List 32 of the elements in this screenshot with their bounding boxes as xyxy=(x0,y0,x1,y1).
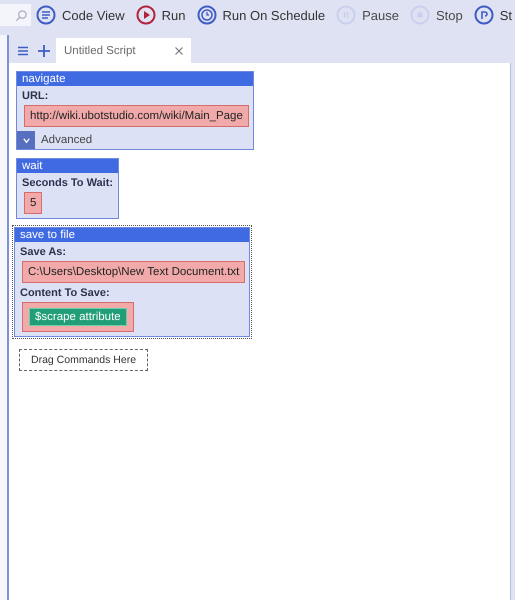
toolbar-button[interactable]: Code View xyxy=(31,2,130,28)
menu-icon[interactable] xyxy=(18,46,28,56)
plus-icon[interactable] xyxy=(38,44,50,56)
close-icon[interactable] xyxy=(175,46,183,54)
toolbar-button[interactable]: Run xyxy=(130,2,190,28)
command-title: save to file xyxy=(15,228,250,242)
play-icon xyxy=(136,5,156,25)
toolbar-button[interactable]: St xyxy=(468,2,515,28)
input-field[interactable]: C:\Users\Desktop\New Text Document.txt xyxy=(22,261,246,283)
clock-icon xyxy=(196,5,216,25)
field-label: URL: xyxy=(22,90,50,102)
search-field[interactable] xyxy=(0,4,31,26)
tab-label: Untitled Script xyxy=(64,44,136,56)
search-icon xyxy=(15,8,28,22)
command-title: wait xyxy=(17,159,118,173)
field-label: Save As: xyxy=(20,246,68,258)
command-block[interactable]: save to file Save As: C:\Users\Desktop\New Text Document.txt Content To Save: $scrape attribute xyxy=(14,227,250,337)
tab[interactable]: Untitled Script xyxy=(56,38,191,63)
drop-zone[interactable]: Drag Commands Here xyxy=(19,349,148,371)
expand-toggle[interactable] xyxy=(17,131,35,149)
command-block[interactable]: wait Seconds To Wait: 5 xyxy=(16,158,120,219)
toolbar-button[interactable]: Run On Schedule xyxy=(192,2,330,28)
input-field[interactable]: 5 xyxy=(24,192,42,214)
command-block[interactable]: navigate URL: http://wiki.ubotstudio.com/wiki/Main_Page Advanced xyxy=(16,71,254,150)
command-title: navigate xyxy=(17,72,253,86)
advanced-label: Advanced xyxy=(41,134,92,146)
field-label: Content To Save: xyxy=(20,287,111,299)
input-field[interactable]: http://wiki.ubotstudio.com/wiki/Main_Page xyxy=(24,105,249,127)
field-label: Seconds To Wait: xyxy=(22,177,114,189)
step-icon xyxy=(474,5,494,25)
chevron-icon xyxy=(22,136,30,144)
code-view-icon xyxy=(36,5,56,25)
